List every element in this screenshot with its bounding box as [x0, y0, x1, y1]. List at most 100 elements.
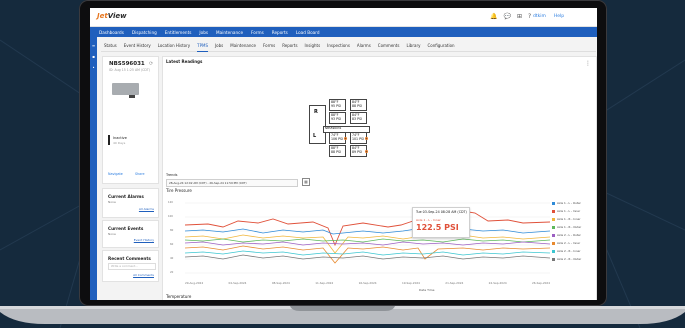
legend-item[interactable]: Axle 2 - R - Inner	[552, 249, 581, 257]
menu-icon[interactable]: ≡	[90, 43, 97, 48]
nav-item[interactable]: Jobs	[199, 30, 208, 35]
events-title: Current Events	[108, 226, 144, 231]
tab-reports[interactable]: Reports	[282, 40, 297, 51]
legend-item[interactable]: Axle 1 - R - Inner	[552, 217, 581, 225]
alarms-title: Current Alarms	[108, 194, 144, 199]
tab-alarms[interactable]: Alarms	[357, 40, 371, 51]
asset-card: NBS596031 ID: Aug 15 1:25 AM (CDT) ⟳ Ina…	[102, 56, 159, 184]
legend-item[interactable]: Axle 2 - L - Outer	[552, 233, 581, 241]
y-tick: 60	[170, 243, 174, 246]
series-line	[184, 238, 551, 243]
refresh-icon[interactable]: ⟳	[149, 61, 153, 67]
chat-icon[interactable]: 💬	[503, 13, 510, 21]
grid	[185, 202, 550, 274]
nav-item[interactable]: Load Board	[296, 30, 320, 35]
tab-inspections[interactable]: Inspections	[327, 40, 350, 51]
bell-icon[interactable]: 🔔	[490, 13, 497, 21]
alert-dot-icon	[344, 137, 347, 140]
right-side-label: R	[314, 109, 318, 115]
nav-item[interactable]: Dashboards	[99, 30, 124, 35]
tab-event-history[interactable]: Event History	[124, 40, 151, 51]
series-line	[184, 241, 551, 246]
share-button[interactable]: Share	[135, 172, 145, 176]
y-tick: 80	[170, 229, 174, 232]
nav-item[interactable]: Entitlements	[165, 30, 192, 35]
series-line	[184, 210, 551, 247]
x-tick: 26-Sep-2024	[532, 281, 550, 285]
nav-item[interactable]: Forms	[251, 30, 264, 35]
series-line	[184, 254, 551, 260]
x-tick: 08-Sep-2024	[271, 281, 290, 285]
more-options-icon[interactable]: ⋮	[585, 60, 591, 67]
legend-item[interactable]: Axle 2 - R - Outer	[552, 257, 581, 265]
pressure-chart	[184, 202, 551, 274]
tire-reading: 88°F 88 PSI	[329, 145, 346, 157]
nav-item[interactable]: Maintenance	[216, 30, 243, 35]
left-side-label: L	[313, 133, 317, 139]
tab-tpms[interactable]: TPMS	[197, 40, 208, 52]
nav-item[interactable]: Dispatching	[132, 30, 157, 35]
tab-forms[interactable]: Forms	[263, 40, 275, 51]
left-rail: ≡ ▪ •	[90, 37, 97, 300]
truck-icon[interactable]: ▪	[90, 54, 97, 59]
comment-input[interactable]: Write a comment...	[108, 263, 156, 270]
tire-reading: 88°F 95 PSI	[329, 99, 346, 111]
tab-comments[interactable]: Comments	[378, 40, 400, 51]
current-events-card: Current Events None Event History	[102, 220, 159, 248]
x-tick: 11-Sep-2024	[315, 281, 334, 285]
tab-insights[interactable]: Insights	[305, 40, 321, 51]
alert-dot-icon	[365, 137, 368, 140]
trailer-image	[112, 83, 139, 98]
tab-location-history[interactable]: Location History	[158, 40, 190, 51]
tooltip-time: Tue 03-Sep-24 08:28 AM (CDT)	[416, 210, 467, 214]
main-nav: Dashboards Dispatching Entitlements Jobs…	[90, 27, 597, 37]
tab-jobs[interactable]: Jobs	[215, 40, 223, 51]
legend-item[interactable]: Axle 2 - L - Inner	[552, 241, 581, 249]
asset-subtitle: ID: Aug 15 1:25 AM (CDT)	[109, 68, 151, 72]
chart-legend: Axle 1 - L - Outer Axle 1 - L - Inner Ax…	[552, 201, 581, 265]
status-duration: 40 Days	[113, 141, 126, 145]
tab-configuration[interactable]: Configuration	[427, 40, 454, 51]
nav-item[interactable]: Reports	[272, 30, 288, 35]
pin-icon[interactable]: •	[90, 65, 97, 70]
recent-comments-card: Recent Comments Write a comment... All C…	[102, 250, 159, 282]
x-axis-title: Date Time	[419, 288, 435, 292]
all-comments-link[interactable]: All Comments	[133, 273, 154, 277]
events-value: None	[108, 232, 116, 236]
x-tick: 19-Sep-2024	[401, 281, 420, 285]
x-tick: 29-Aug-2024	[185, 281, 204, 285]
tab-status[interactable]: Status	[104, 40, 117, 51]
x-tick: 16-Sep-2024	[358, 281, 377, 285]
legend-item[interactable]: Axle 1 - L - Outer	[552, 201, 581, 209]
chart-tooltip: Tue 03-Sep-24 08:28 AM (CDT) Axle 1 - L …	[412, 207, 470, 238]
app-screen: JetView 🔔 💬 ⊞ ? dtkim Help Dashboards Di…	[90, 8, 597, 300]
user-name[interactable]: dtkim	[533, 13, 546, 20]
status-label: Inactive	[113, 136, 127, 140]
navigate-button[interactable]: Navigate	[108, 172, 123, 176]
user-menu[interactable]: dtkim Help	[533, 13, 564, 20]
temperature-title: Temperature	[166, 294, 192, 299]
date-range-input[interactable]: 28-Aug-24 12:02 AM (CDT) - 26-Sep-24 11:…	[166, 179, 298, 187]
asset-tabs: Status Event History Location History TP…	[101, 40, 596, 52]
legend-item[interactable]: Axle 1 - R - Outer	[552, 225, 581, 233]
series-line	[184, 250, 551, 256]
x-tick: 21-Sep-2024	[445, 281, 464, 285]
tab-maintenance[interactable]: Maintenance	[230, 40, 256, 51]
event-history-link[interactable]: Event History	[134, 238, 154, 242]
tab-library[interactable]: Library	[406, 40, 420, 51]
help-icon[interactable]: ?	[528, 13, 531, 21]
alarms-value: None	[108, 200, 116, 204]
series-line	[184, 245, 551, 264]
tire-reading: 84°F 88 PSI	[350, 99, 367, 111]
top-header: JetView 🔔 💬 ⊞ ? dtkim Help	[90, 8, 597, 27]
help-link[interactable]: Help	[554, 13, 564, 20]
grid-icon[interactable]: ⊞	[517, 13, 522, 21]
header-icons: 🔔 💬 ⊞ ?	[490, 13, 531, 21]
current-alarms-card: Current Alarms None All Alarms	[102, 188, 159, 218]
legend-item[interactable]: Axle 1 - L - Inner	[552, 209, 581, 217]
calendar-icon[interactable]: ▦	[302, 178, 310, 186]
latest-readings-title: Latest Readings	[166, 59, 203, 64]
y-tick: 120	[168, 201, 173, 204]
alert-dot-icon	[365, 150, 368, 153]
all-alarms-link[interactable]: All Alarms	[139, 207, 154, 211]
